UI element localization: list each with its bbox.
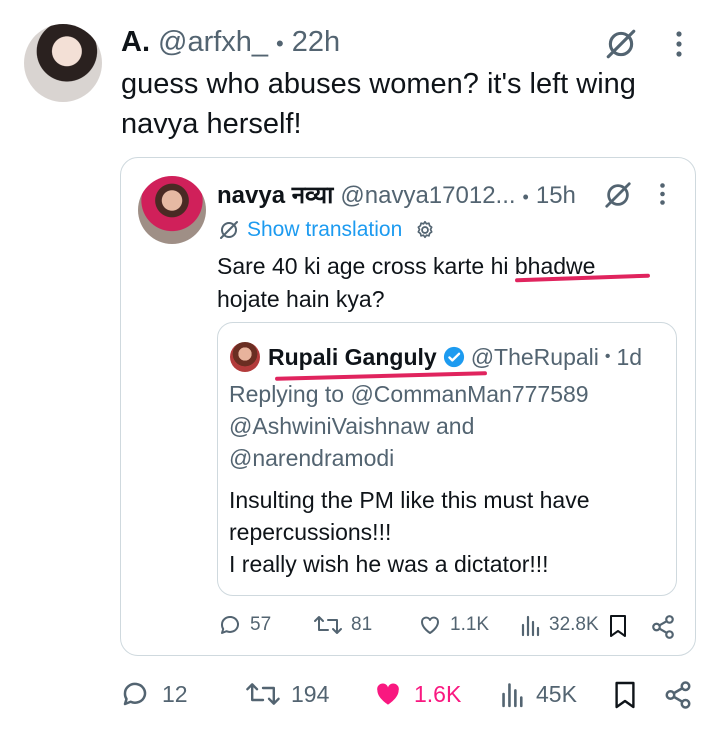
show-translation-row[interactable]: Show translation <box>217 216 436 244</box>
replying-to-line: Replying to @CommanMan777589 <box>229 381 589 407</box>
quoted-reply-button[interactable]: 57 <box>218 613 271 637</box>
quoted-retweet-button[interactable]: 81 <box>313 613 372 637</box>
author-name[interactable]: A. <box>121 26 150 59</box>
heart-icon <box>372 679 404 709</box>
share-icon[interactable] <box>663 680 693 710</box>
verified-icon <box>443 346 465 368</box>
views-count: 45K <box>536 680 577 707</box>
reply-icon <box>218 613 242 637</box>
reply-count: 12 <box>162 680 188 707</box>
replying-to-line: @narendramodi <box>229 445 395 471</box>
inner-header: Rupali Ganguly @TheRupali • 1d <box>268 341 642 373</box>
retweet-count: 81 <box>351 614 373 635</box>
replying-to: Replying to @CommanMan777589 @AshwiniVai… <box>229 378 589 474</box>
tweet-header: A. @arfxh_ • 22h <box>121 26 340 62</box>
inner-text-line: Insulting the PM like this must have <box>229 487 590 513</box>
retweet-icon <box>313 613 343 637</box>
author-handle[interactable]: @arfxh_ <box>158 26 268 59</box>
author-avatar[interactable] <box>24 24 102 102</box>
reply-icon <box>120 679 150 709</box>
grok-icon[interactable] <box>604 27 638 61</box>
views-count: 32.8K <box>549 614 599 635</box>
reply-button[interactable]: 12 <box>120 679 188 709</box>
retweet-icon <box>245 679 281 709</box>
inner-text-line: I really wish he was a dictator!!! <box>229 551 549 577</box>
quoted-author-handle[interactable]: @navya17012... <box>340 182 515 210</box>
quoted-header: navya नव्या @navya17012... • 15h <box>217 178 576 210</box>
inner-author-handle[interactable]: @TheRupali <box>471 344 599 371</box>
quoted-text-line: hojate hain kya? <box>217 286 385 312</box>
views-icon <box>520 613 542 637</box>
like-count: 1.6K <box>414 680 462 707</box>
views-icon <box>500 679 526 709</box>
quoted-like-button[interactable]: 1.1K <box>418 613 489 637</box>
translate-icon <box>217 218 241 242</box>
heart-icon <box>418 613 442 637</box>
tweet-text-line: navya herself! <box>121 108 302 140</box>
more-icon[interactable] <box>658 182 667 206</box>
quoted-author-avatar[interactable] <box>138 176 206 244</box>
retweet-button[interactable]: 194 <box>245 679 329 709</box>
show-translation-link[interactable]: Show translation <box>247 218 402 242</box>
tweet-text-line: guess who abuses women? it's left wing <box>121 68 636 100</box>
gear-icon[interactable] <box>414 219 436 241</box>
quoted-text: Sare 40 ki age cross karte hi bhadwe hoj… <box>217 250 595 316</box>
more-icon[interactable] <box>674 30 684 58</box>
views-button[interactable]: 45K <box>500 679 577 709</box>
bookmark-icon[interactable] <box>613 680 637 710</box>
inner-text-line: repercussions!!! <box>229 519 392 545</box>
like-count: 1.1K <box>450 614 490 635</box>
separator-dot: • <box>604 348 611 365</box>
quoted-author-name[interactable]: navya नव्या <box>217 178 333 211</box>
like-button[interactable]: 1.6K <box>372 679 461 709</box>
inner-text: Insulting the PM like this must have rep… <box>229 484 590 580</box>
quoted-views-button[interactable]: 32.8K <box>520 613 599 637</box>
inner-author-avatar[interactable] <box>230 342 260 372</box>
share-icon[interactable] <box>650 614 676 640</box>
reply-count: 57 <box>250 614 272 635</box>
separator-dot: • <box>276 31 284 56</box>
inner-author-name[interactable]: Rupali Ganguly <box>268 344 437 371</box>
grok-icon[interactable] <box>603 180 633 210</box>
tweet-text: guess who abuses women? it's left wing n… <box>121 64 636 144</box>
inner-time[interactable]: 1d <box>616 344 642 371</box>
retweet-count: 194 <box>291 680 330 707</box>
separator-dot: • <box>522 187 529 207</box>
tweet-time[interactable]: 22h <box>292 26 340 59</box>
quoted-time[interactable]: 15h <box>536 182 576 210</box>
bookmark-icon[interactable] <box>608 614 628 638</box>
replying-to-line: @AshwiniVaishnaw and <box>229 413 475 439</box>
